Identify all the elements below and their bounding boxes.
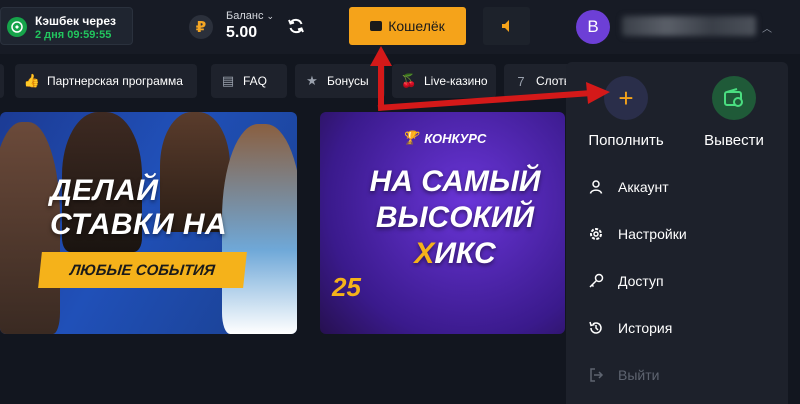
nav-item-partial[interactable] — [0, 64, 4, 98]
nav-item-label: FAQ — [243, 74, 268, 88]
trophy-icon: 🏆 — [402, 130, 419, 145]
nav-item-partners[interactable]: 👍 Партнерская программа — [15, 64, 197, 98]
contest-tag-label: КОНКУРС — [424, 130, 487, 146]
star-icon: ★ — [306, 73, 318, 88]
cherry-icon: 🍒 — [400, 73, 418, 88]
ruble-currency-icon: ₽ — [189, 15, 213, 39]
gear-icon — [588, 226, 604, 242]
cashback-icon — [7, 17, 27, 37]
menu-item-account[interactable]: Аккаунт — [588, 175, 669, 199]
seven-icon: 7 — [517, 73, 525, 89]
menu-item-access[interactable]: Доступ — [588, 269, 664, 293]
nav-item-live-casino[interactable]: 🍒 Live-казино — [392, 64, 496, 98]
contest-amount: 25 — [332, 272, 361, 302]
promo-banner-contest[interactable]: 🏆 КОНКУРС НА САМЫЙ ВЫСОКИЙ ХИКС 25 — [320, 112, 565, 334]
contest-title-x: Х — [414, 237, 435, 270]
sound-button[interactable] — [483, 7, 530, 45]
top-header: Кэшбек через 2 дня 09:59:55 ₽ Баланс ⌄ 5.… — [0, 0, 800, 54]
contest-title-line2: ВЫСОКИЙ — [375, 201, 535, 234]
logout-icon — [588, 367, 604, 383]
deposit-button[interactable]: + Пополнить — [586, 76, 666, 149]
wallet-button[interactable]: Кошелёк — [349, 7, 466, 45]
nav-item-label: Партнерская программа — [47, 74, 183, 88]
nav-item-label: Live-казино — [424, 74, 488, 88]
nav-item-label: Бонусы — [327, 74, 369, 88]
withdraw-icon — [712, 76, 756, 120]
user-dropdown-menu: + Пополнить Вывести Аккаунт Настройки До… — [566, 62, 788, 404]
balance-value: 5.00 — [226, 24, 258, 41]
avatar[interactable]: B — [576, 10, 610, 44]
banner-bets-subtitle: ЛЮБЫЕ СОБЫТИЯ — [38, 252, 247, 288]
contest-title: НА САМЫЙ ВЫСОКИЙ ХИКС — [350, 164, 560, 272]
menu-item-label: Аккаунт — [618, 179, 669, 195]
contest-title-line3: ХИКС — [350, 236, 560, 272]
contest-title-line1: НА САМЫЙ — [369, 165, 541, 198]
menu-item-history[interactable]: История — [588, 316, 672, 340]
menu-item-settings[interactable]: Настройки — [588, 222, 687, 246]
user-icon — [588, 179, 604, 195]
menu-item-label: Выйти — [618, 367, 660, 383]
wallet-button-label: Кошелёк — [388, 18, 445, 34]
menu-item-logout[interactable]: Выйти — [588, 363, 659, 387]
menu-item-label: Доступ — [618, 273, 664, 289]
banner-bets-title: ДЕЛАЙ СТАВКИ НА — [50, 174, 228, 241]
cashback-countdown: 2 дня 09:59:55 — [35, 29, 112, 41]
chevron-down-icon: ⌄ — [266, 11, 274, 21]
history-icon — [588, 320, 604, 336]
contest-title-word: ИКС — [434, 237, 496, 270]
balance-label-text: Баланс — [226, 10, 264, 22]
balance-label[interactable]: Баланс ⌄ — [226, 10, 274, 22]
wallet-icon — [370, 21, 383, 31]
chevron-up-icon[interactable]: ︿ — [762, 20, 772, 35]
nav-item-bonuses[interactable]: ★ Бонусы — [295, 64, 385, 98]
cashback-title: Кэшбек через — [35, 14, 116, 28]
contest-tag: 🏆 КОНКУРС — [402, 130, 486, 146]
cashback-timer[interactable]: Кэшбек через 2 дня 09:59:55 — [0, 7, 133, 45]
thumbs-up-icon: 👍 — [23, 73, 41, 88]
plus-icon: + — [604, 76, 648, 120]
deposit-label: Пополнить — [588, 132, 664, 149]
key-icon — [588, 273, 604, 289]
promo-banner-bets[interactable]: ДЕЛАЙ СТАВКИ НА ЛЮБЫЕ СОБЫТИЯ — [0, 112, 297, 334]
menu-item-label: Настройки — [618, 226, 687, 242]
refresh-icon[interactable] — [286, 16, 306, 36]
menu-item-label: История — [618, 320, 673, 336]
nav-item-faq[interactable]: ▤ FAQ — [211, 64, 287, 98]
speaker-icon — [501, 20, 509, 32]
withdraw-label: Вывести — [704, 132, 764, 149]
withdraw-button[interactable]: Вывести — [694, 76, 774, 149]
username-blurred[interactable] — [622, 16, 756, 36]
book-icon: ▤ — [221, 73, 235, 88]
